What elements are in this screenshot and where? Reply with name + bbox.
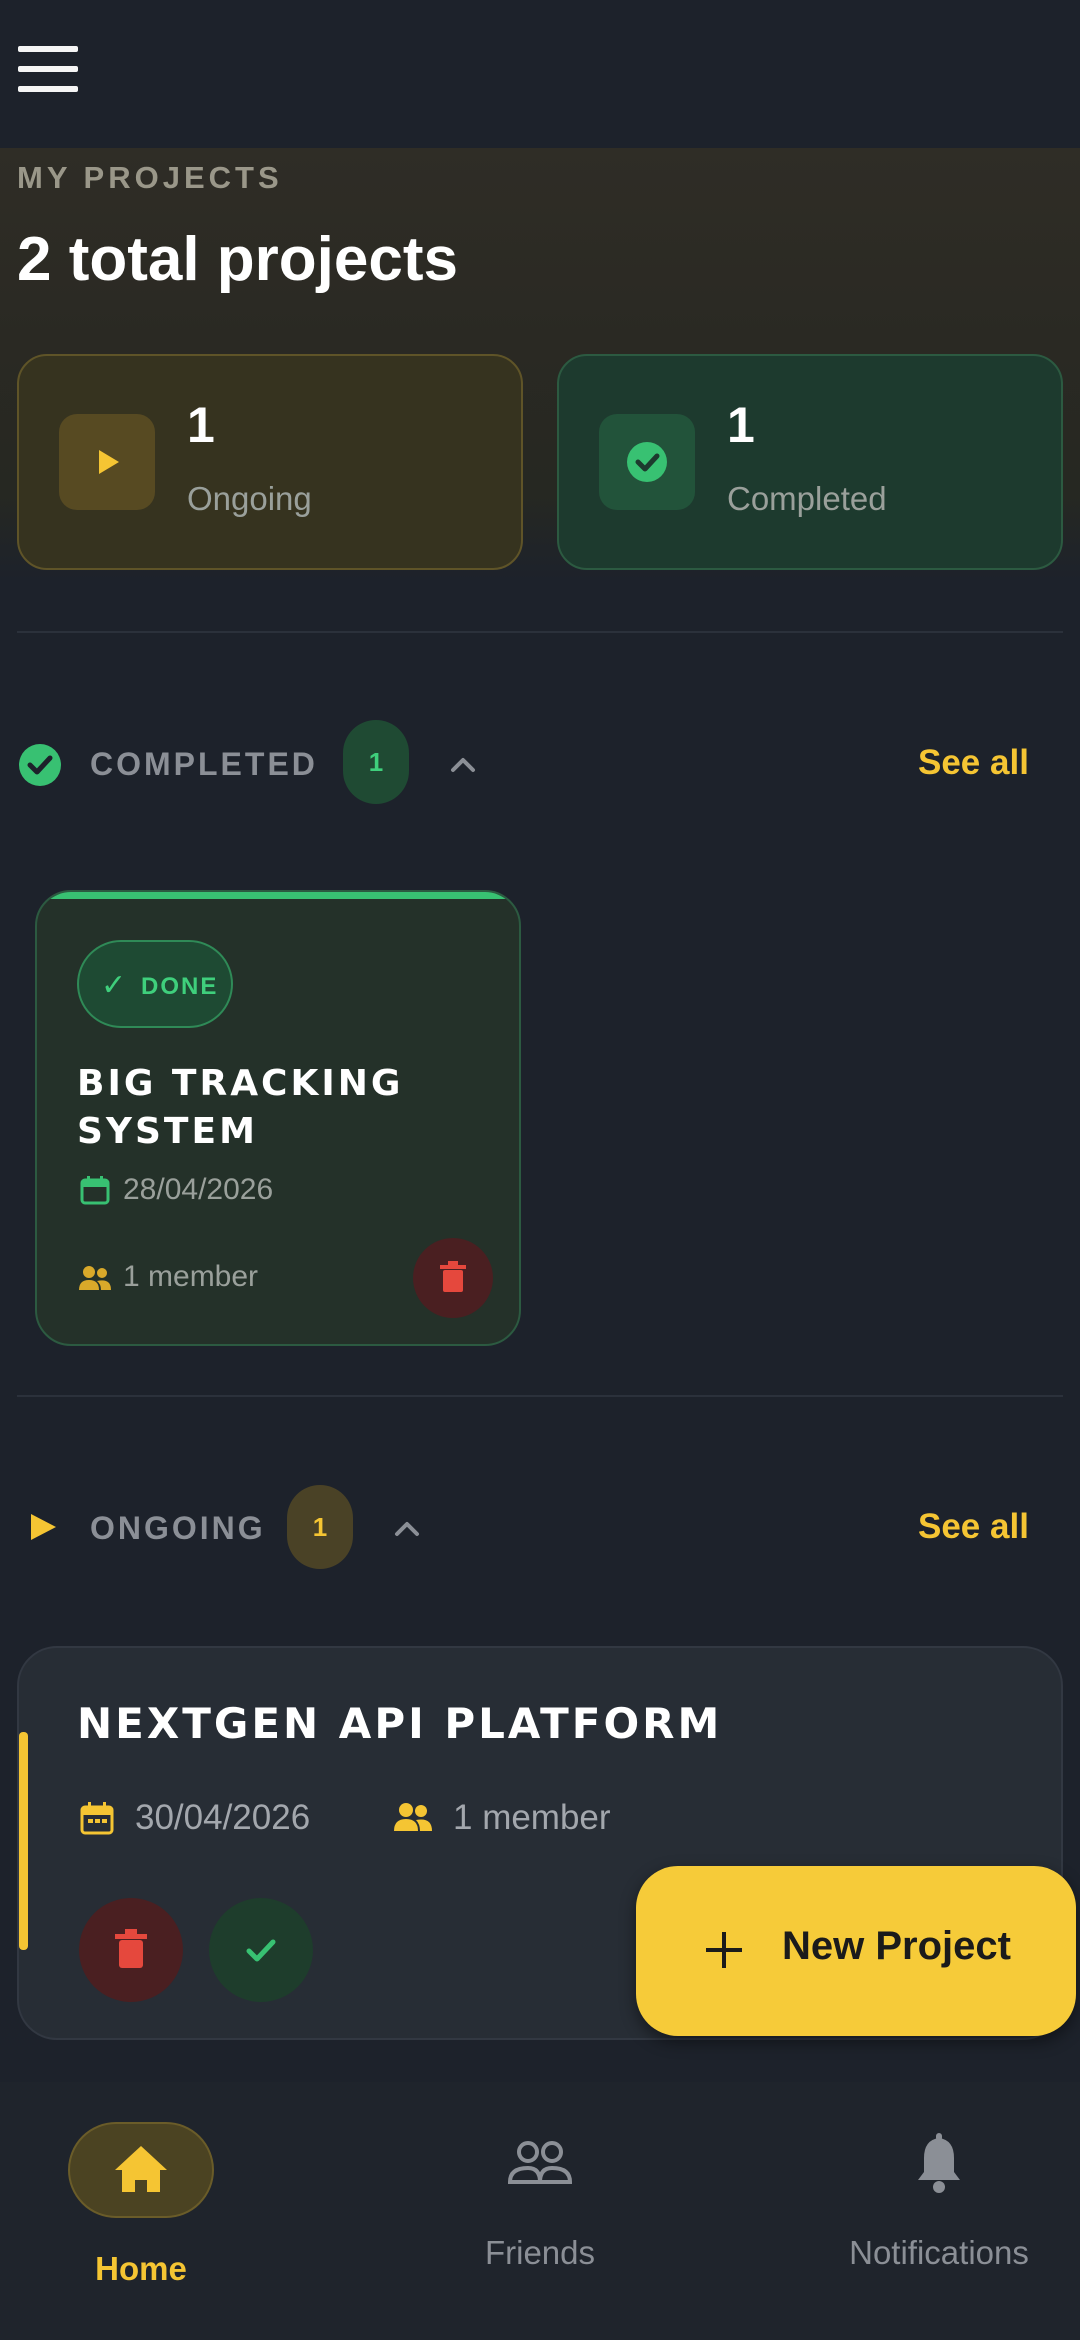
completed-count: 1 (727, 397, 755, 453)
check-icon (246, 1939, 276, 1962)
project-members: 1 member (453, 1798, 611, 1837)
delete-button[interactable] (413, 1238, 493, 1318)
chevron-up-icon[interactable] (391, 1512, 423, 1544)
play-icon (28, 1512, 58, 1542)
check-icon: ✓ (101, 969, 129, 1002)
completed-section-title: COMPLETED (90, 746, 318, 782)
calendar-icon (79, 1174, 111, 1206)
ongoing-section-title: ONGOING (90, 1510, 266, 1546)
completed-see-all-link[interactable]: See all (918, 743, 1029, 783)
card-accent-bar (19, 1732, 28, 1950)
group-icon (77, 1264, 113, 1292)
section-kicker: MY PROJECTS (17, 160, 283, 195)
completed-label: Completed (727, 480, 887, 517)
divider (17, 1395, 1063, 1397)
home-icon (68, 2122, 214, 2218)
new-project-button[interactable]: New Project (636, 1866, 1076, 2036)
mark-complete-button[interactable] (209, 1898, 313, 2002)
page-title: 2 total projects (17, 225, 458, 294)
ongoing-stat-card[interactable]: 1 Ongoing (17, 354, 523, 570)
nav-item-home[interactable]: Home (0, 2118, 282, 2298)
bell-icon (910, 2132, 968, 2196)
trash-icon (440, 1261, 466, 1292)
nav-label-notifications: Notifications (849, 2234, 1029, 2271)
status-badge: ✓ DONE (77, 940, 233, 1028)
new-project-label: New Project (782, 1924, 1011, 1968)
delete-button[interactable] (79, 1898, 183, 2002)
project-date: 28/04/2026 (123, 1173, 274, 1206)
project-members: 1 member (123, 1260, 259, 1293)
ongoing-count: 1 (187, 397, 215, 453)
project-title: NEXTGEN API PLATFORM (77, 1699, 723, 1748)
ongoing-see-all-link[interactable]: See all (918, 1507, 1029, 1547)
divider (17, 631, 1063, 633)
ongoing-count-badge: 1 (287, 1485, 353, 1569)
check-circle-icon (599, 414, 695, 510)
trash-icon (115, 1929, 147, 1968)
project-title: BIG TRACKING SYSTEM (77, 1063, 404, 1152)
chevron-up-icon[interactable] (447, 748, 479, 780)
nav-label-friends: Friends (484, 2234, 596, 2271)
completed-project-card[interactable]: ✓ DONE BIG TRACKING SYSTEM 28/04/2026 1 … (35, 890, 521, 1346)
check-circle-icon (17, 742, 63, 788)
nav-label-home: Home (95, 2250, 187, 2287)
calendar-icon (79, 1800, 115, 1836)
app-bar (0, 0, 1080, 148)
completed-stat-card[interactable]: 1 Completed (557, 354, 1063, 570)
card-accent-line (37, 892, 519, 899)
project-date: 30/04/2026 (135, 1798, 311, 1837)
friends-icon (505, 2134, 575, 2194)
group-icon (393, 1802, 433, 1832)
hamburger-menu-icon[interactable] (18, 46, 78, 94)
ongoing-label: Ongoing (187, 480, 312, 517)
nav-item-notifications[interactable]: Notifications (798, 2118, 1080, 2298)
play-icon (59, 414, 155, 510)
plus-icon (704, 1930, 744, 1970)
completed-count-badge: 1 (343, 720, 409, 804)
nav-item-friends[interactable]: Friends (399, 2118, 681, 2298)
